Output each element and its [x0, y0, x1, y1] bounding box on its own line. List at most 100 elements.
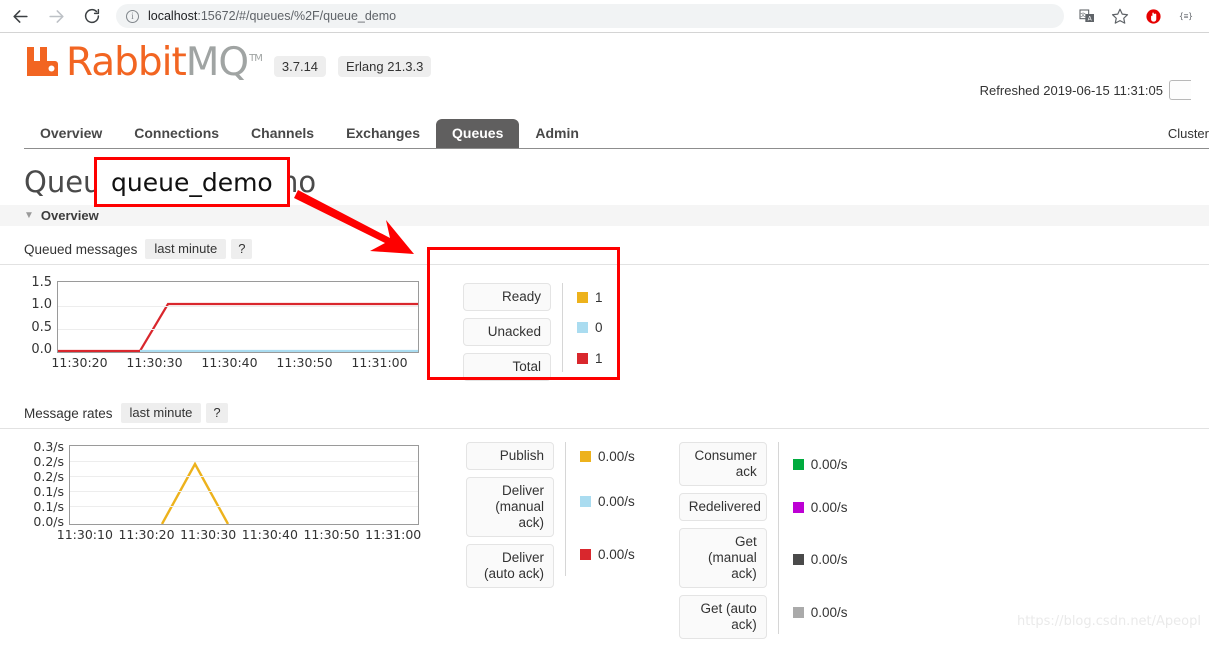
legend-label-publish[interactable]: Publish	[466, 442, 554, 470]
tab-exchanges[interactable]: Exchanges	[330, 119, 436, 148]
legend-label-deliver-manual-ack[interactable]: Deliver (manual ack)	[466, 477, 554, 537]
rabbitmq-logo[interactable]: RabbitMQTM	[24, 41, 263, 82]
queued-messages-range-pill[interactable]: last minute	[145, 239, 227, 259]
rabbitmq-logo-icon	[24, 43, 64, 79]
queued-messages-x-axis: 11:30:20 11:30:30 11:30:40 11:30:50 11:3…	[42, 355, 419, 370]
main-navigation: Overview Connections Channels Exchanges …	[24, 119, 1209, 149]
legend-value-consumer-ack-text: 0.00/s	[810, 457, 848, 472]
x-tick: 11:30:50	[303, 527, 360, 542]
swatch-consumer-ack	[792, 459, 804, 470]
legend-value-publish: 0.00/s	[580, 442, 635, 470]
legend-value-get-manual-ack: 0.00/s	[792, 528, 848, 590]
version-badge: 3.7.14	[273, 56, 327, 77]
back-button[interactable]	[10, 6, 30, 26]
y-tick: 1.0	[31, 297, 52, 313]
queued-messages-plot	[57, 281, 419, 353]
legend-value-unacked-text: 0	[595, 320, 603, 335]
message-rates-range-pill[interactable]: last minute	[120, 403, 202, 423]
legend-value-deliver-manual-ack: 0.00/s	[580, 470, 635, 532]
y-tick: 0.1/s	[33, 499, 64, 514]
message-rates-title: Message rates	[24, 405, 113, 421]
message-rates-legend-col1: Publish Deliver (manual ack) Deliver (au…	[466, 442, 635, 595]
legend-value-redelivered-text: 0.00/s	[810, 500, 848, 515]
legend-label-consumer-ack[interactable]: Consumer ack	[678, 442, 767, 486]
tab-overview[interactable]: Overview	[24, 119, 118, 148]
legend-value-get-auto-ack: 0.00/s	[792, 590, 848, 634]
svg-text:{≡}: {≡}	[1179, 12, 1193, 21]
annotation-queue-name-box: queue_demo	[94, 157, 290, 207]
swatch-deliver-manual-ack	[580, 495, 591, 507]
annotation-queue-name-text: queue_demo	[111, 167, 273, 197]
swatch-deliver-auto-ack	[580, 548, 591, 560]
bookmark-star-icon[interactable]	[1111, 7, 1129, 25]
queued-messages-body: 1.5 1.0 0.5 0.0 11:30:20 11:30:30 11:30:…	[0, 275, 1209, 388]
legend-value-publish-text: 0.00/s	[598, 448, 635, 464]
swatch-get-auto-ack	[792, 606, 804, 618]
message-rates-legend-values-1: 0.00/s 0.00/s 0.00/s	[565, 442, 635, 576]
queued-messages-y-axis: 1.5 1.0 0.5 0.0	[24, 275, 52, 357]
logo-tm-text: TM	[249, 53, 263, 64]
address-bar[interactable]: i localhost:15672/#/queues/%2F/queue_dem…	[116, 4, 1064, 28]
reload-button[interactable]	[82, 6, 102, 26]
legend-value-total: 1	[577, 344, 603, 372]
browser-extension-area: A文 {≡}	[1078, 7, 1199, 25]
legend-value-redelivered: 0.00/s	[792, 487, 848, 528]
legend-label-total[interactable]: Total	[463, 353, 551, 381]
legend-value-consumer-ack: 0.00/s	[792, 442, 848, 487]
refreshed-label: Refreshed 2019-06-15 11:31:05	[979, 82, 1163, 98]
brand-area: RabbitMQTM 3.7.14 Erlang 21.3.3	[24, 41, 432, 82]
message-rates-header: Message rates last minute ?	[0, 403, 1209, 429]
legend-label-deliver-auto-ack[interactable]: Deliver (auto ack)	[466, 544, 554, 588]
overview-section-label: Overview	[40, 208, 99, 223]
y-tick: 1.5	[31, 275, 52, 290]
legend-label-unacked[interactable]: Unacked	[463, 318, 551, 346]
legend-value-deliver-auto-ack: 0.00/s	[580, 532, 635, 576]
x-tick: 11:30:20	[118, 527, 175, 542]
queued-messages-block: Queued messages last minute ? 1.5 1.0 0.…	[0, 239, 1209, 388]
x-tick: 11:30:30	[180, 527, 237, 542]
message-rates-legend-values-2: 0.00/s 0.00/s 0.00/s 0.00/s	[777, 442, 848, 634]
y-tick: 0.5	[31, 319, 52, 335]
translate-icon[interactable]: A文	[1078, 7, 1096, 25]
message-rates-help-pill[interactable]: ?	[206, 403, 228, 423]
message-rates-chart: 0.3/s 0.2/s 0.2/s 0.1/s 0.1/s 0.0/s 11:3…	[24, 439, 424, 542]
legend-label-redelivered[interactable]: Redelivered	[678, 493, 767, 521]
tab-channels[interactable]: Channels	[235, 119, 330, 148]
queued-messages-series	[58, 302, 418, 352]
refresh-interval-select[interactable]	[1169, 80, 1191, 100]
logo-rabbit-text: Rabbit	[66, 40, 187, 85]
svg-text:文: 文	[1080, 11, 1086, 19]
queued-messages-help-pill[interactable]: ?	[231, 239, 253, 259]
tab-connections[interactable]: Connections	[118, 119, 235, 148]
adblock-icon[interactable]	[1144, 7, 1162, 25]
tab-queues[interactable]: Queues	[436, 119, 520, 148]
app-header: RabbitMQTM 3.7.14 Erlang 21.3.3 Refreshe…	[0, 33, 1209, 141]
logo-mq-text: MQ	[185, 40, 249, 85]
x-tick: 11:30:40	[201, 355, 258, 370]
watermark: https://blog.csdn.net/Apeopl	[1016, 614, 1201, 629]
queued-messages-legend-labels: Ready Unacked Total	[463, 283, 551, 388]
legend-label-get-manual-ack[interactable]: Get (manual ack)	[678, 528, 767, 588]
legend-value-get-manual-ack-text: 0.00/s	[810, 551, 848, 567]
site-info-icon[interactable]: i	[126, 9, 139, 23]
rabbitmq-wordmark: RabbitMQTM	[66, 41, 263, 82]
x-tick: 11:30:40	[241, 527, 298, 542]
overview-section-header[interactable]: ▼ Overview	[0, 205, 1209, 226]
tab-admin[interactable]: Admin	[519, 119, 595, 148]
y-tick: 0.2/s	[33, 469, 64, 484]
message-rates-block: Message rates last minute ? 0.3/s 0.2/s …	[0, 403, 1209, 646]
queued-messages-legend-values: 1 0 1	[562, 283, 603, 372]
queued-messages-title: Queued messages	[24, 241, 138, 257]
x-tick: 11:31:00	[365, 527, 422, 542]
message-rates-legend-labels-2: Consumer ack Redelivered Get (manual ack…	[678, 442, 767, 646]
browser-nav-buttons	[10, 6, 102, 26]
legend-value-unacked: 0	[577, 311, 603, 344]
forward-button[interactable]	[46, 6, 66, 26]
legend-label-get-auto-ack[interactable]: Get (auto ack)	[678, 595, 767, 639]
address-bar-url: localhost:15672/#/queues/%2F/queue_demo	[148, 9, 397, 23]
message-rates-plot	[69, 445, 419, 525]
x-tick: 11:30:30	[126, 355, 183, 370]
legend-label-ready[interactable]: Ready	[463, 283, 551, 311]
collapse-caret-icon: ▼	[24, 210, 34, 221]
menu-icon[interactable]: {≡}	[1177, 7, 1195, 25]
